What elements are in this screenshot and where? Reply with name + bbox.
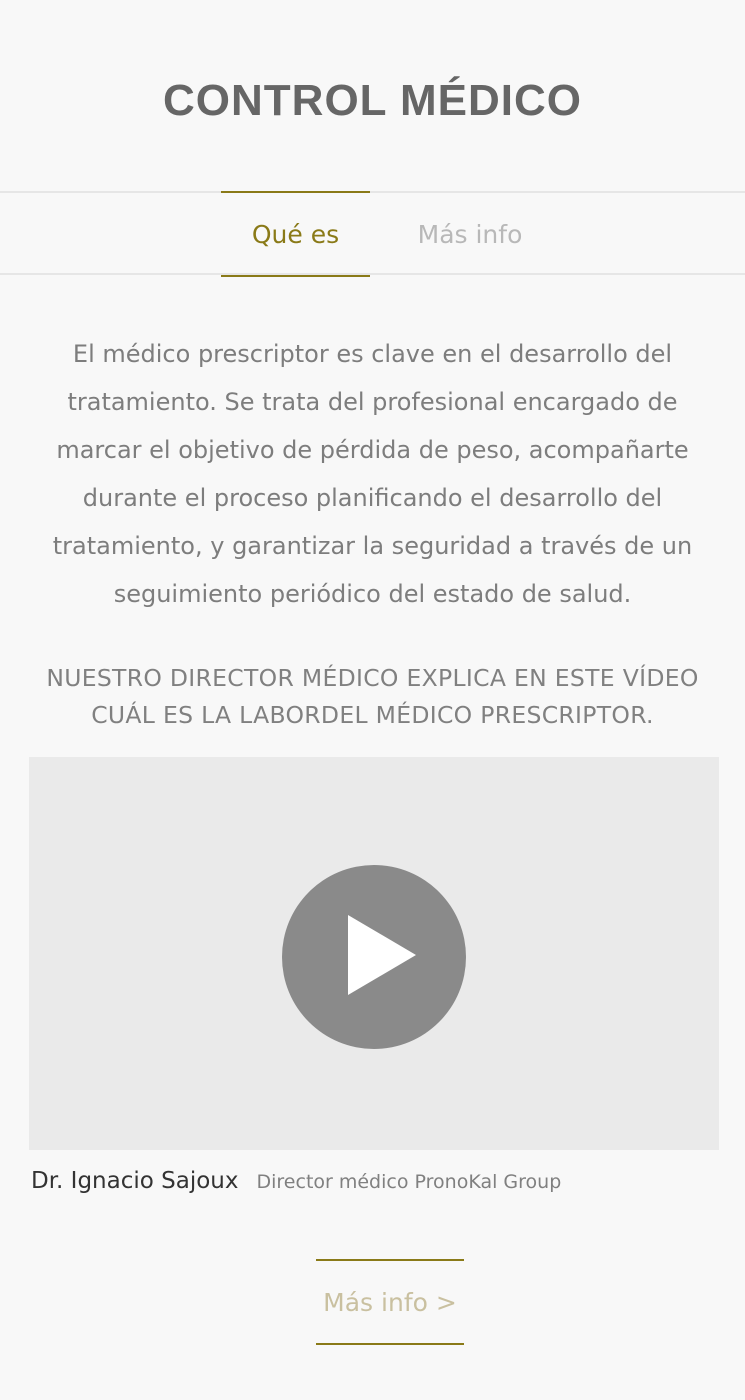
doctor-name: Dr. Ignacio Sajoux <box>31 1168 239 1194</box>
play-icon <box>348 915 416 995</box>
video-player[interactable] <box>29 757 719 1150</box>
play-button[interactable] <box>282 865 466 1049</box>
tab-que-es[interactable]: Qué es <box>221 191 370 277</box>
video-heading: NUESTRO DIRECTOR MÉDICO EXPLICA EN ESTE … <box>46 664 699 729</box>
video-caption: Dr. Ignacio Sajoux Director médico PronoK… <box>31 1168 721 1194</box>
doctor-role: Director médico PronoKal Group <box>256 1171 562 1193</box>
tab-bar: Qué es Más info <box>0 191 745 277</box>
description-text: El médico prescriptor es clave en el des… <box>52 340 693 608</box>
more-info-button[interactable]: Más info > <box>316 1259 464 1345</box>
page-title: CONTROL MÉDICO <box>163 76 582 125</box>
tab-mas-info[interactable]: Más info <box>400 191 540 277</box>
